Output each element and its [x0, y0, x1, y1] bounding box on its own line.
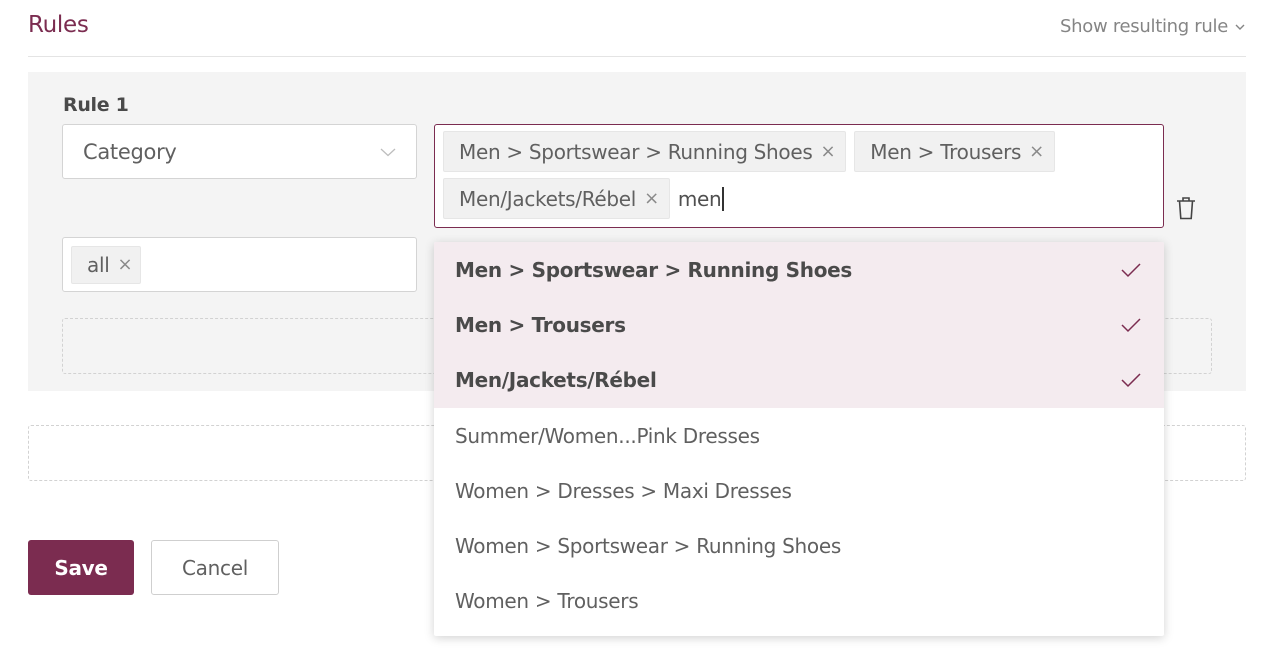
- dropdown-option[interactable]: Men/Jackets/Rébel: [434, 352, 1164, 408]
- option-label: Women > Sportswear > Running Shoes: [455, 534, 841, 559]
- option-label: Summer/Women...Pink Dresses: [455, 423, 760, 448]
- attribute-select[interactable]: Category: [62, 124, 417, 179]
- remove-tag-icon[interactable]: ×: [644, 188, 659, 209]
- dropdown-option[interactable]: Women > Trousers: [434, 574, 1164, 629]
- remove-tag-icon[interactable]: ×: [1029, 141, 1044, 162]
- page-title: Rules: [28, 12, 89, 38]
- option-label: Men > Trousers: [455, 312, 626, 337]
- search-text: men: [677, 186, 722, 211]
- show-resulting-rule-label: Show resulting rule: [1060, 16, 1228, 37]
- option-label: Women > Trousers: [455, 589, 639, 614]
- header-divider: [28, 56, 1246, 57]
- chevron-down-icon: [380, 148, 396, 156]
- value-tag: all ×: [71, 245, 142, 284]
- option-label: Men/Jackets/Rébel: [455, 368, 657, 393]
- checkmark-icon: [1121, 373, 1141, 388]
- dropdown-option[interactable]: Men > Trousers: [434, 297, 1164, 353]
- cancel-button[interactable]: Cancel: [151, 540, 279, 595]
- selected-tag: Men/Jackets/Rébel ×: [443, 178, 670, 219]
- remove-tag-icon[interactable]: ×: [117, 254, 132, 275]
- chevron-down-icon: [1235, 24, 1245, 30]
- selected-tag: Men > Sportswear > Running Shoes ×: [443, 131, 847, 172]
- category-dropdown: Men > Sportswear > Running Shoes Men > T…: [434, 242, 1164, 636]
- selected-tag: Men > Trousers ×: [854, 131, 1055, 172]
- option-label: Men > Sportswear > Running Shoes: [455, 257, 853, 282]
- tag-label: Men/Jackets/Rébel: [459, 186, 637, 211]
- attribute-select-value: Category: [83, 139, 177, 164]
- category-multiselect[interactable]: Men > Sportswear > Running Shoes × Men >…: [434, 124, 1164, 228]
- remove-tag-icon[interactable]: ×: [820, 141, 835, 162]
- tag-label: Men > Trousers: [870, 139, 1022, 164]
- dropdown-option[interactable]: Women > Sportswear > Running Shoes: [434, 518, 1164, 573]
- show-resulting-rule-toggle[interactable]: Show resulting rule: [1060, 16, 1246, 37]
- rule-label: Rule 1: [63, 94, 129, 116]
- tag-label: Men > Sportswear > Running Shoes: [459, 139, 813, 164]
- dropdown-option[interactable]: Men > Sportswear > Running Shoes: [434, 242, 1164, 298]
- dropdown-option[interactable]: Summer/Women...Pink Dresses: [434, 408, 1164, 463]
- checkmark-icon: [1121, 263, 1141, 277]
- tag-label: all: [87, 252, 110, 277]
- value-multiselect[interactable]: all ×: [62, 237, 417, 292]
- trash-icon[interactable]: [1175, 195, 1197, 221]
- dropdown-option[interactable]: Women > Dresses > Maxi Dresses: [434, 463, 1164, 518]
- checkmark-icon: [1121, 318, 1141, 332]
- text-caret: [722, 186, 724, 211]
- save-button[interactable]: Save: [28, 540, 134, 595]
- option-label: Women > Dresses > Maxi Dresses: [455, 478, 792, 503]
- search-input[interactable]: men: [678, 178, 724, 219]
